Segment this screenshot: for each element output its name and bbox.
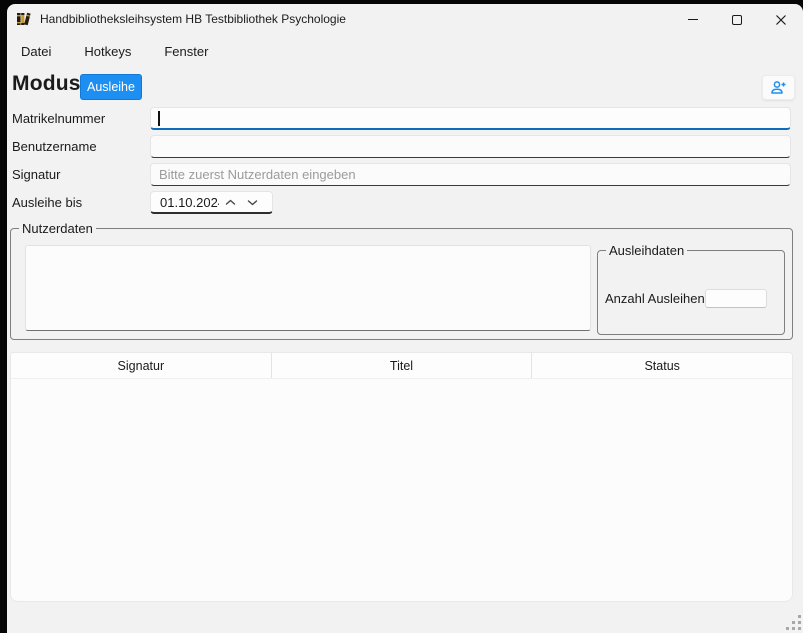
benutzername-label: Benutzername	[12, 135, 144, 158]
column-header-signatur[interactable]: Signatur	[11, 353, 271, 378]
close-button[interactable]	[759, 5, 803, 34]
ausleihe-mode-button[interactable]: Ausleihe	[80, 74, 142, 100]
window-title: Handbibliotheksleihsystem HB Testbibliot…	[40, 12, 346, 26]
resize-grip-icon[interactable]	[786, 615, 802, 631]
nutzerdaten-group-title: Nutzerdaten	[19, 221, 96, 236]
date-increment-button[interactable]	[219, 193, 241, 212]
books-icon[interactable]	[16, 11, 32, 27]
maximize-icon	[732, 15, 742, 25]
minimize-button[interactable]	[671, 5, 715, 34]
table-body	[11, 379, 792, 600]
minimize-icon	[688, 19, 698, 20]
ausleihdaten-group-title: Ausleihdaten	[606, 243, 687, 258]
close-icon	[775, 14, 787, 26]
ausleihe-bis-date-input[interactable]	[151, 195, 219, 210]
menu-item-fenster[interactable]: Fenster	[161, 42, 211, 61]
ausleihe-bis-date-spinner[interactable]	[150, 191, 273, 214]
chevron-down-icon	[247, 199, 258, 206]
signatur-input[interactable]	[150, 163, 791, 186]
person-plus-icon	[770, 80, 787, 95]
caption-buttons	[671, 5, 803, 34]
modus-heading: Modus	[12, 72, 81, 96]
chevron-up-icon	[225, 199, 236, 206]
ausleihe-bis-label: Ausleihe bis	[12, 191, 144, 214]
title-bar: Handbibliotheksleihsystem HB Testbibliot…	[7, 4, 803, 34]
matrikelnummer-label: Matrikelnummer	[12, 107, 144, 130]
screen: Handbibliotheksleihsystem HB Testbibliot…	[0, 0, 803, 633]
benutzername-input[interactable]	[150, 135, 791, 158]
add-user-button[interactable]	[762, 75, 795, 100]
table-header-row: Signatur Titel Status	[11, 353, 792, 379]
column-header-titel[interactable]: Titel	[271, 353, 532, 378]
menu-item-datei[interactable]: Datei	[18, 42, 54, 61]
maximize-button[interactable]	[715, 5, 759, 34]
menu-item-hotkeys[interactable]: Hotkeys	[81, 42, 134, 61]
nutzerdaten-textarea[interactable]	[25, 245, 591, 331]
matrikelnummer-input[interactable]	[150, 107, 791, 130]
anzahl-ausleihen-label: Anzahl Ausleihen	[605, 291, 705, 306]
anzahl-ausleihen-input[interactable]	[705, 289, 767, 308]
text-caret	[158, 111, 160, 126]
menu-bar: Datei Hotkeys Fenster	[18, 41, 211, 62]
app-window: Handbibliotheksleihsystem HB Testbibliot…	[7, 4, 803, 633]
date-decrement-button[interactable]	[241, 193, 263, 212]
loans-table: Signatur Titel Status	[10, 352, 793, 602]
signatur-label: Signatur	[12, 163, 144, 186]
column-header-status[interactable]: Status	[531, 353, 792, 378]
